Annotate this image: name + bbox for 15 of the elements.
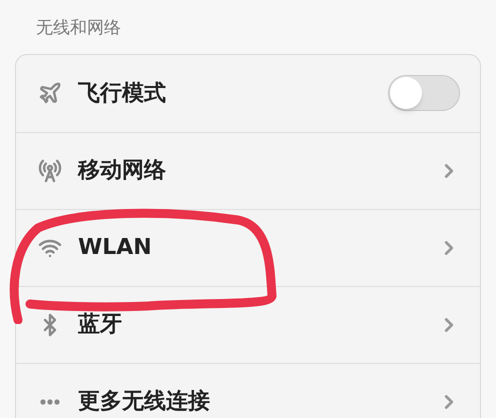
row-label: 蓝牙 [78, 311, 122, 339]
row-label: 移动网络 [78, 157, 166, 185]
antenna-icon [38, 158, 62, 182]
settings-row[interactable]: 蓝牙 [16, 286, 480, 362]
settings-row[interactable]: 更多无线连接 [16, 362, 480, 418]
settings-row[interactable]: WLAN [16, 208, 480, 286]
settings-row[interactable]: 飞行模式 [16, 54, 480, 132]
toggle-switch[interactable] [388, 75, 460, 111]
airplane-icon [38, 81, 62, 105]
section-title: 无线和网络 [35, 17, 122, 40]
row-label: WLAN [78, 234, 152, 262]
row-label: 更多无线连接 [78, 388, 210, 416]
more-icon [40, 398, 60, 404]
row-label: 飞行模式 [78, 80, 166, 108]
settings-row[interactable]: 移动网络 [16, 132, 480, 208]
